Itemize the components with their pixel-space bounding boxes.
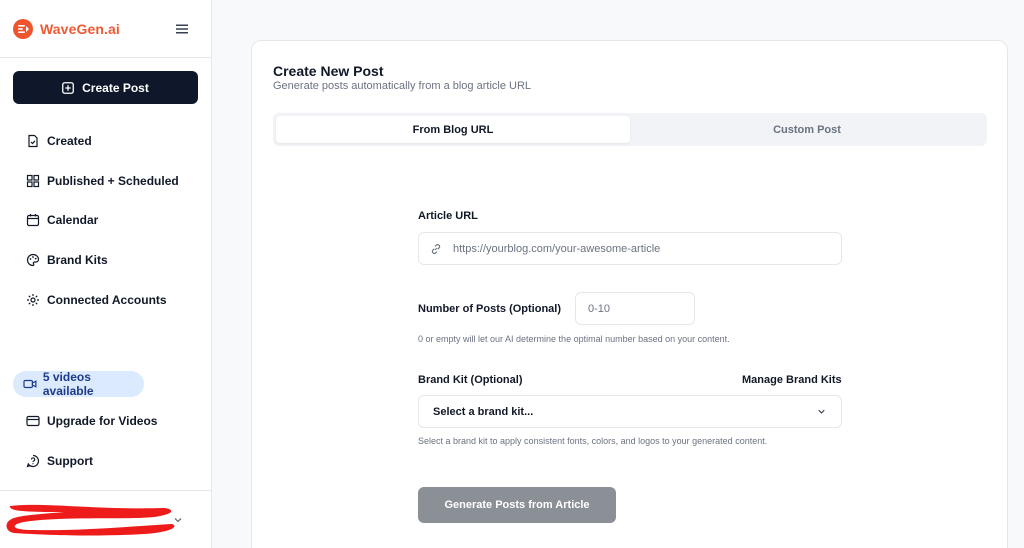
gear-icon <box>27 294 39 306</box>
sidebar-item-upgrade-videos[interactable]: Upgrade for Videos <box>14 406 198 436</box>
brand-name: WaveGen.ai <box>40 21 120 37</box>
sidebar-item-published-scheduled[interactable]: Published + Scheduled <box>14 166 198 196</box>
sidebar-item-support[interactable]: Support <box>14 446 198 476</box>
sidebar-item-brand-kits[interactable]: Brand Kits <box>14 245 198 275</box>
palette-icon <box>26 253 40 267</box>
sidebar-item-label: Upgrade for Videos <box>47 414 158 428</box>
sidebar-item-label: Published + Scheduled <box>47 174 179 188</box>
tab-custom-post[interactable]: Custom Post <box>630 116 984 143</box>
sidebar-item-label: Connected Accounts <box>47 293 167 307</box>
file-check-icon <box>28 134 38 148</box>
video-icon <box>23 379 37 389</box>
grid-icon <box>26 174 40 188</box>
generate-posts-button[interactable]: Generate Posts from Article <box>418 487 616 523</box>
sidebar-item-label: Created <box>47 134 92 148</box>
plus-square-icon <box>62 81 75 94</box>
post-source-tabs: From Blog URL Custom Post <box>273 113 987 146</box>
manage-brand-kits-link[interactable]: Manage Brand Kits <box>742 374 842 386</box>
brand-kit-select[interactable]: Select a brand kit... <box>418 395 842 428</box>
calendar-icon <box>26 214 40 227</box>
num-posts-placeholder: 0-10 <box>588 302 611 315</box>
sidebar-item-label: Support <box>47 454 93 468</box>
page-subtitle: Generate posts automatically from a blog… <box>273 80 532 92</box>
link-icon <box>431 243 441 254</box>
chevron-down-icon[interactable] <box>172 514 184 526</box>
redacted-user-info <box>6 504 175 536</box>
brand-kit-help: Select a brand kit to apply consistent f… <box>418 436 768 446</box>
credit-card-icon <box>26 415 40 427</box>
sidebar-item-calendar[interactable]: Calendar <box>14 205 198 235</box>
page-title: Create New Post <box>273 63 384 79</box>
brand-kit-selected: Select a brand kit... <box>433 405 534 418</box>
tab-from-blog-url[interactable]: From Blog URL <box>276 116 630 143</box>
article-url-label: Article URL <box>418 210 478 222</box>
sidebar-item-connected-accounts[interactable]: Connected Accounts <box>14 285 198 315</box>
videos-available-badge[interactable]: 5 videos available <box>13 370 144 398</box>
create-post-label: Create Post <box>82 80 149 95</box>
sidebar: WaveGen.ai Create Post Created Published… <box>0 0 212 548</box>
brand-kit-label: Brand Kit (Optional) <box>418 374 523 386</box>
videos-available-label: 5 videos available <box>42 370 94 398</box>
article-url-input[interactable]: https://yourblog.com/your-awesome-articl… <box>418 232 842 265</box>
sidebar-item-label: Brand Kits <box>47 253 108 267</box>
sidebar-item-created[interactable]: Created <box>14 126 198 156</box>
wavegen-logo-icon <box>13 19 33 39</box>
num-posts-help: 0 or empty will let our AI determine the… <box>418 334 730 344</box>
sidebar-item-label: Calendar <box>47 213 99 227</box>
article-url-placeholder: https://yourblog.com/your-awesome-articl… <box>453 242 661 255</box>
help-circle-icon <box>26 454 39 468</box>
brand-header: WaveGen.ai <box>0 0 211 58</box>
chevron-down-icon <box>818 409 825 414</box>
menu-icon[interactable] <box>175 22 189 36</box>
create-post-card: Create New Post Generate posts automatic… <box>251 40 1008 548</box>
num-posts-label: Number of Posts (Optional) <box>418 303 561 315</box>
create-post-button[interactable]: Create Post <box>13 71 198 104</box>
num-posts-input[interactable]: 0-10 <box>575 292 695 325</box>
